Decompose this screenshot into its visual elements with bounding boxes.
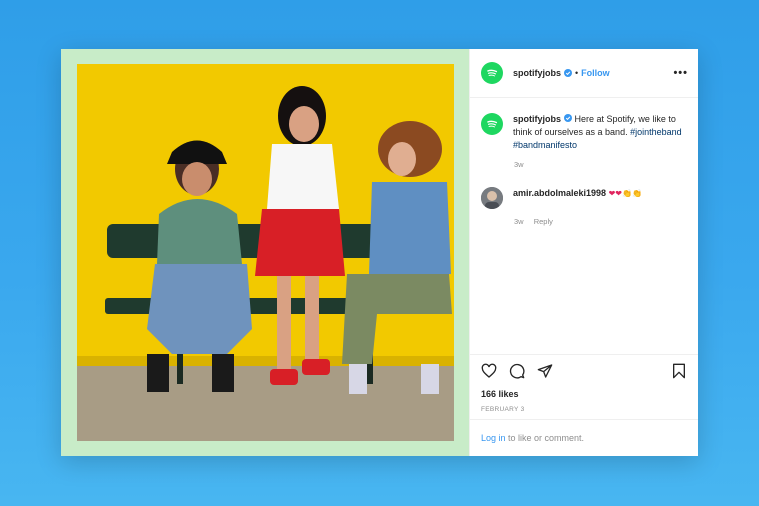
- hashtag-link[interactable]: #bandmanifesto: [513, 140, 577, 150]
- spotify-logo-icon: [487, 120, 498, 128]
- likes-count[interactable]: 166 likes: [481, 389, 687, 399]
- post-username[interactable]: spotifyjobs: [513, 68, 561, 78]
- caption-meta: 3w: [514, 160, 687, 169]
- comment-row: amir.abdolmaleki1998 ❤❤👏👏: [481, 187, 687, 209]
- share-icon[interactable]: [537, 363, 553, 379]
- commenter-photo: [481, 187, 503, 209]
- comment-text: amir.abdolmaleki1998 ❤❤👏👏: [513, 187, 683, 200]
- post-photo[interactable]: [77, 64, 454, 441]
- comment-username[interactable]: amir.abdolmaleki1998: [513, 188, 606, 198]
- caption-row: spotifyjobs Here at Spotify, we like to …: [481, 113, 687, 152]
- post-header: spotifyjobs • Follow •••: [470, 49, 698, 98]
- login-prompt-text: to like or comment.: [505, 433, 585, 443]
- heart-icon[interactable]: [481, 363, 497, 379]
- spotify-avatar[interactable]: [481, 62, 503, 84]
- comment-timestamp[interactable]: 3w: [514, 217, 524, 226]
- comment-meta: 3w Reply: [514, 217, 687, 226]
- caption-text: spotifyjobs Here at Spotify, we like to …: [513, 113, 683, 152]
- login-prompt: Log in to like or comment.: [470, 419, 698, 456]
- photo-illustration: [77, 64, 454, 441]
- caption-timestamp[interactable]: 3w: [514, 160, 524, 169]
- hashtag-link[interactable]: #jointheband: [630, 127, 682, 137]
- verified-badge-icon: [564, 114, 573, 122]
- more-options-icon[interactable]: •••: [673, 67, 688, 79]
- follow-button[interactable]: Follow: [581, 68, 610, 78]
- verified-badge-icon: [564, 69, 573, 77]
- spotify-logo-icon: [487, 69, 498, 77]
- reply-button[interactable]: Reply: [534, 217, 553, 226]
- post-footer: 166 likes FEBRUARY 3: [470, 354, 698, 413]
- bookmark-icon[interactable]: [671, 363, 687, 379]
- comments-section: spotifyjobs Here at Spotify, we like to …: [470, 98, 698, 226]
- comment-icon[interactable]: [509, 363, 525, 379]
- post-date[interactable]: FEBRUARY 3: [481, 406, 687, 413]
- instagram-post-card: spotifyjobs • Follow ••• spotifyjobs Her…: [61, 49, 698, 456]
- action-bar: [481, 363, 687, 379]
- post-media-frame: [61, 49, 469, 456]
- comment-emojis: ❤❤👏👏: [608, 189, 642, 198]
- separator-dot: •: [575, 68, 579, 78]
- post-sidebar: spotifyjobs • Follow ••• spotifyjobs Her…: [469, 49, 698, 456]
- login-link[interactable]: Log in: [481, 433, 506, 443]
- caption-username[interactable]: spotifyjobs: [513, 114, 561, 124]
- spotify-avatar-small[interactable]: [481, 113, 503, 135]
- commenter-avatar[interactable]: [481, 187, 503, 209]
